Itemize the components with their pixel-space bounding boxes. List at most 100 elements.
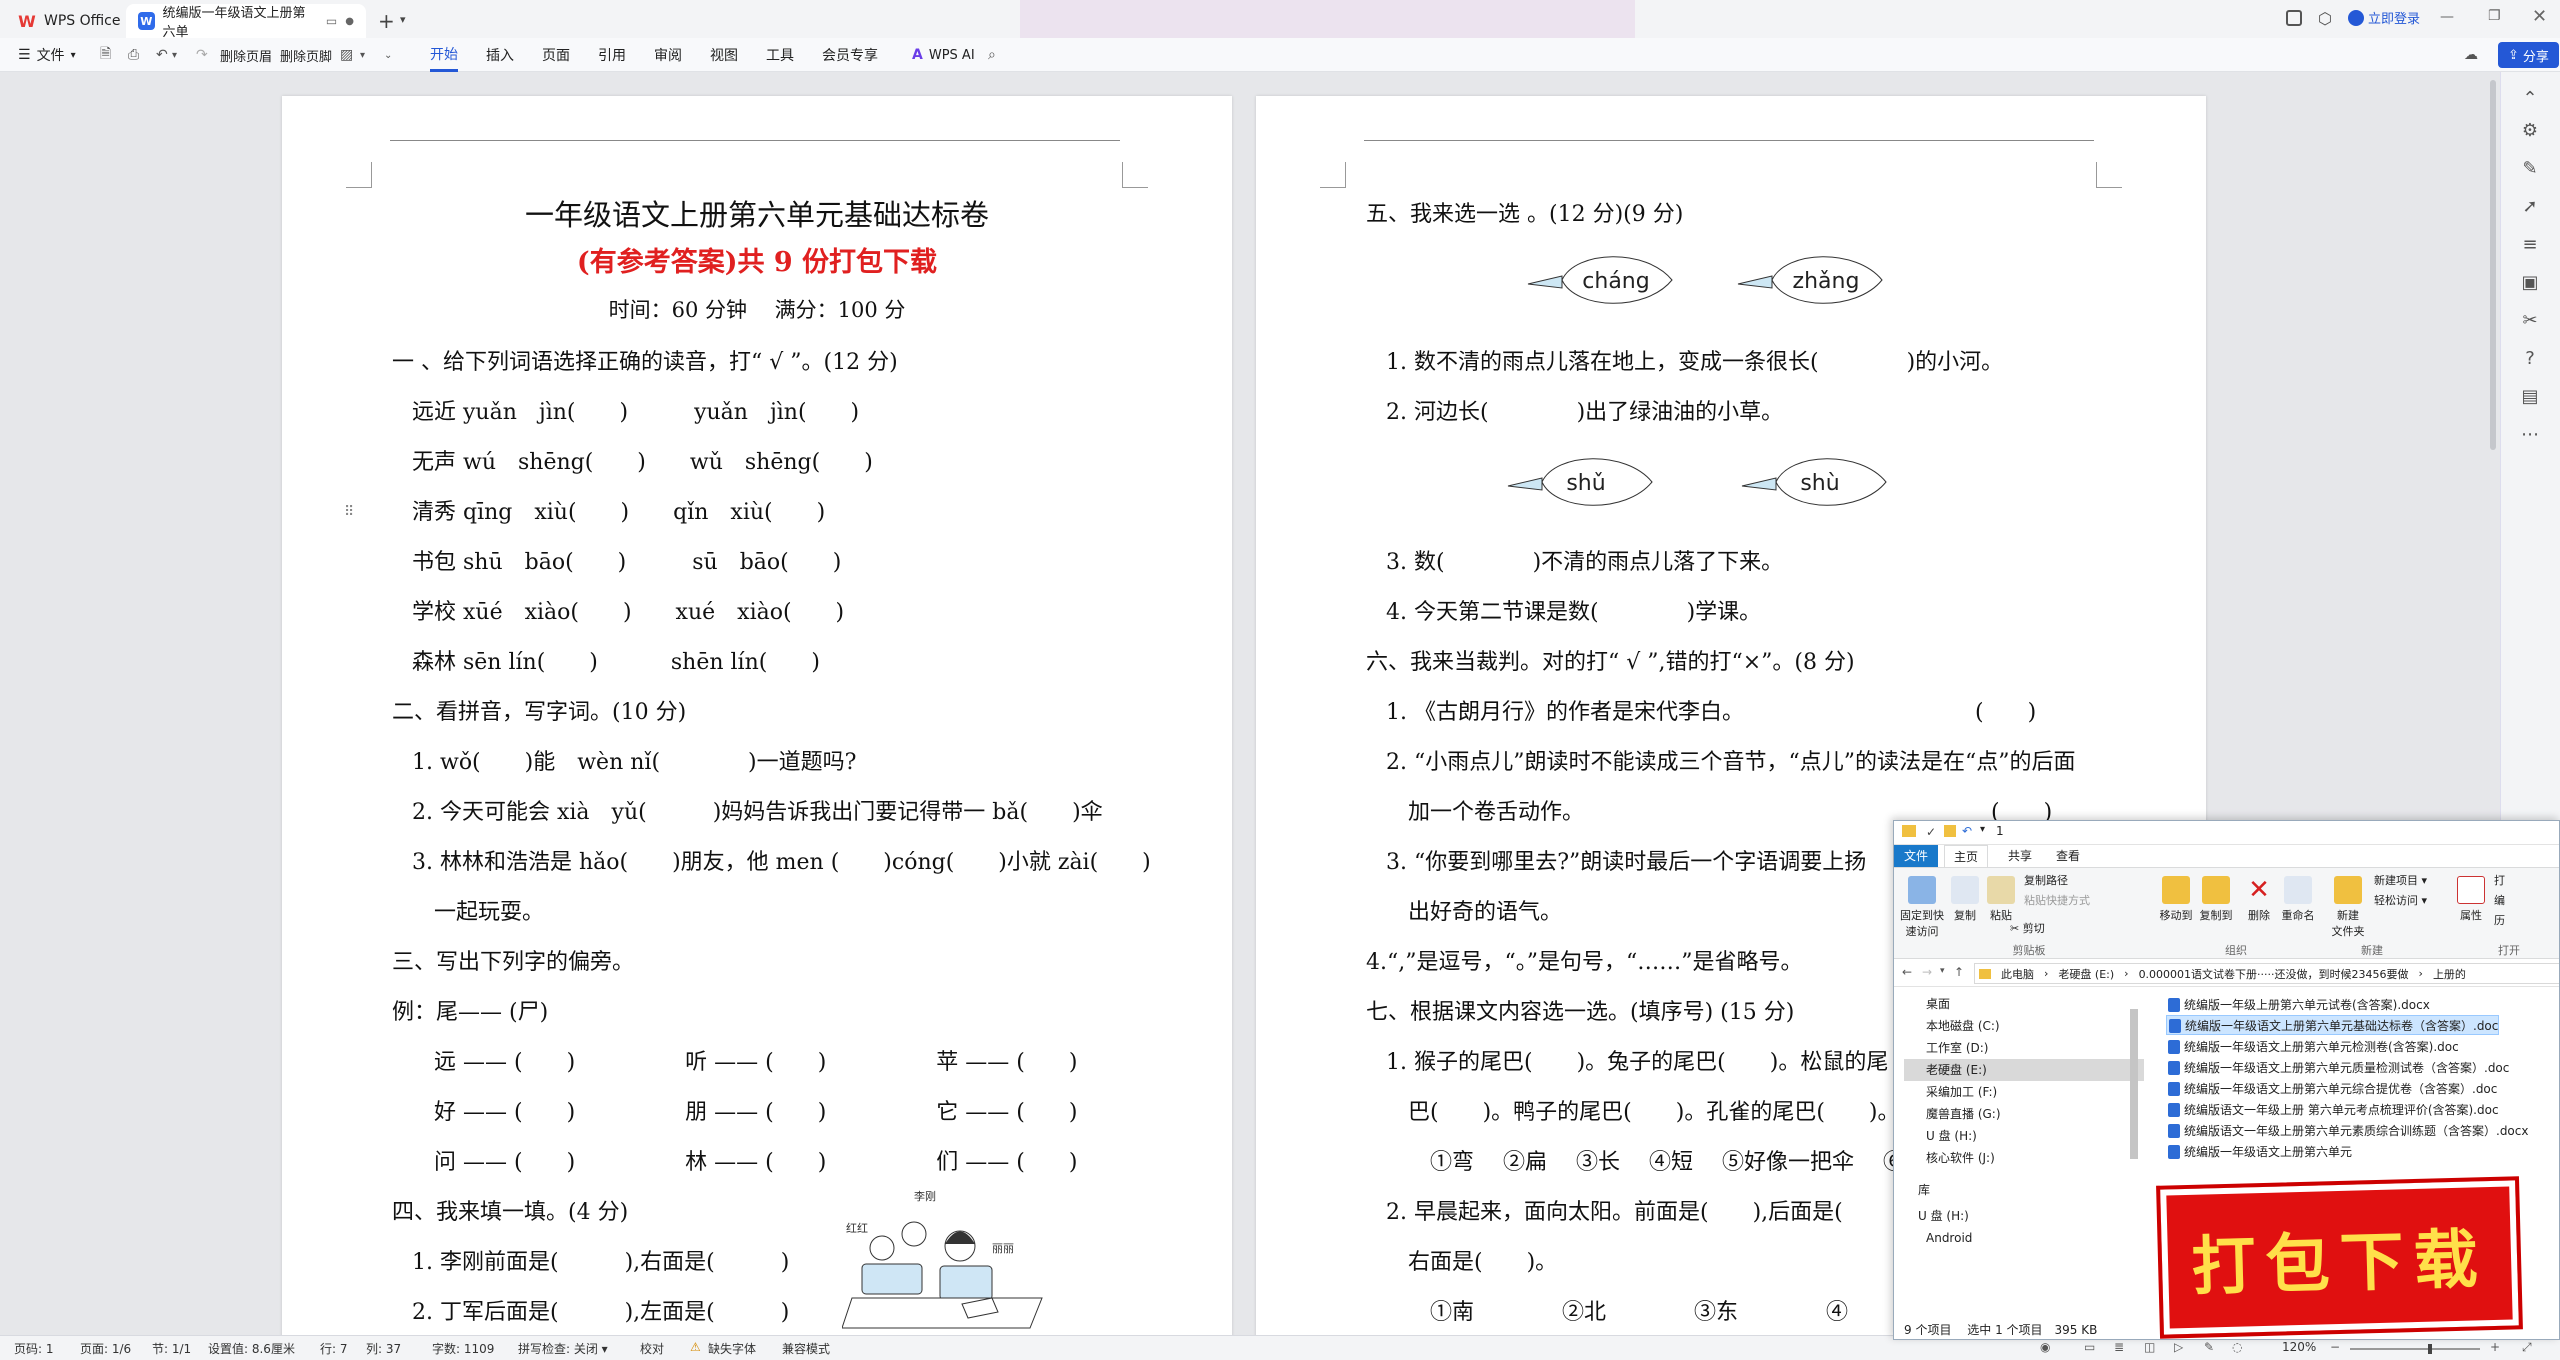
back-arrow-icon[interactable]: ←	[1902, 965, 1912, 979]
status-page[interactable]: 页面: 1/6	[80, 1340, 131, 1357]
properties-button[interactable]: 属性	[2454, 876, 2488, 923]
page-view-icon[interactable]: ▭	[2084, 1340, 2095, 1354]
up-arrow-icon[interactable]: ↑	[1954, 965, 1964, 979]
more-chevron-icon[interactable]: ⌄	[384, 38, 392, 72]
address-bar[interactable]: 此电脑 › 老硬盘 (E:) › 0.000001语文试卷下册·····还没做，到时…	[1974, 963, 2559, 984]
missing-font-button[interactable]: 缺失字体	[708, 1340, 756, 1357]
tab-member[interactable]: 会员专享	[822, 38, 878, 72]
pen-mode-icon[interactable]: ✎	[2204, 1340, 2214, 1354]
eye-protect-icon[interactable]: ◌	[2232, 1340, 2242, 1354]
layout-icon[interactable]: ▤	[2519, 386, 2541, 408]
chevron-down-icon[interactable]: ▾	[1980, 824, 1985, 835]
zoom-slider[interactable]	[2350, 1344, 2480, 1354]
status-row[interactable]: 行: 7	[320, 1340, 348, 1357]
file-item[interactable]: 统编版一年级语文上册第六单元综合提优卷（含答案）.doc	[2166, 1079, 2497, 1099]
rename-button[interactable]: 重命名	[2278, 876, 2318, 923]
easy-access-button[interactable]: 轻松访问 ▾	[2374, 892, 2427, 908]
chevron-down-icon[interactable]: ▾	[172, 38, 177, 72]
delete-header-button[interactable]: 删除页眉	[220, 38, 272, 72]
edit-button[interactable]: 编	[2494, 892, 2505, 908]
file-item[interactable]: 统编版一年级上册第六单元试卷(含答案).docx	[2166, 995, 2430, 1015]
spell-check-dropdown[interactable]: 拼写检查: 关闭 ▾	[518, 1340, 608, 1357]
close-icon[interactable]: ✕	[2532, 6, 2547, 27]
tab-home[interactable]: 主页	[1944, 845, 1988, 867]
more-icon[interactable]: ⋯	[2519, 424, 2541, 446]
chevron-down-icon[interactable]: ▾	[360, 38, 365, 72]
pin-quick-access-button[interactable]: 固定到快 速访问	[1900, 876, 1944, 939]
sliders-icon[interactable]: ⚙	[2519, 120, 2541, 142]
new-folder-button[interactable]: 新建 文件夹	[2328, 876, 2368, 939]
proofread-button[interactable]: 校对	[640, 1340, 664, 1357]
status-page-number[interactable]: 页码: 1	[14, 1340, 54, 1357]
file-item[interactable]: 统编版一年级语文上册第六单元	[2166, 1142, 2352, 1162]
drag-handle-icon[interactable]: ⠿	[344, 504, 354, 520]
eye-icon[interactable]: ◉	[2040, 1340, 2050, 1354]
tab-view[interactable]: 视图	[710, 38, 738, 72]
pen-icon[interactable]: ✎	[2519, 158, 2541, 180]
tab-insert[interactable]: 插入	[486, 38, 514, 72]
breadcrumb-item[interactable]: 0.000001语文试卷下册·····还没做，到时候23456要做	[2139, 966, 2409, 982]
delete-button[interactable]: ✕ 删除	[2242, 876, 2276, 923]
collapse-icon[interactable]: ⌃	[2519, 88, 2541, 110]
file-item[interactable]: 统编版语文一年级上册第六单元素质综合训练题（含答案）.docx	[2166, 1121, 2528, 1141]
document-page-1[interactable]: 一年级语文上册第六单元基础达标卷 (有参考答案)共 9 份打包下载 时间：60 …	[282, 96, 1232, 1335]
status-section[interactable]: 节: 1/1	[152, 1340, 191, 1357]
image-icon[interactable]: ▣	[2519, 272, 2541, 294]
file-item[interactable]: 统编版一年级语文上册第六单元质量检测试卷（含答案）.doc	[2166, 1058, 2509, 1078]
play-icon[interactable]: ▷	[2174, 1340, 2183, 1354]
undo-icon[interactable]: ↶	[156, 38, 168, 72]
status-setting[interactable]: 设置值: 8.6厘米	[208, 1340, 295, 1357]
outline-view-icon[interactable]: ≣	[2114, 1340, 2124, 1354]
wps-ai-button[interactable]: A WPS AI	[912, 38, 975, 72]
zoom-out-icon[interactable]: −	[2330, 1340, 2340, 1354]
tab-tools[interactable]: 工具	[766, 38, 794, 72]
new-item-button[interactable]: 新建项目 ▾	[2374, 872, 2427, 888]
new-folder-qat-icon[interactable]	[1944, 825, 1956, 837]
save-icon[interactable]: 🗎	[100, 38, 111, 72]
paste-button[interactable]: 粘贴	[1984, 876, 2018, 923]
zoom-level[interactable]: 120%	[2282, 1340, 2316, 1354]
tab-wps-home[interactable]: W WPS Office	[6, 4, 133, 38]
tab-reference[interactable]: 引用	[598, 38, 626, 72]
file-item-selected[interactable]: 统编版一年级语文上册第六单元基础达标卷（含答案）.doc	[2166, 1015, 2500, 1035]
move-to-button[interactable]: 移动到	[2156, 876, 2196, 923]
vertical-scrollbar[interactable]	[2490, 80, 2496, 450]
copy-to-button[interactable]: 复制到	[2196, 876, 2236, 923]
delete-footer-button[interactable]: 删除页脚	[280, 38, 332, 72]
copy-path-button[interactable]: 复制路径	[2024, 872, 2068, 888]
help-icon[interactable]: ?	[2519, 348, 2541, 370]
print-icon[interactable]: ⎙	[128, 38, 139, 72]
redo-icon[interactable]: ↷	[196, 38, 208, 72]
file-item[interactable]: 统编版语文一年级上册 第六单元考点梳理评价(含答案).doc	[2166, 1100, 2499, 1120]
adjust-icon[interactable]: ≡	[2519, 234, 2541, 256]
share-button[interactable]: ⇪ 分享	[2498, 42, 2559, 68]
status-col[interactable]: 列: 37	[366, 1340, 401, 1357]
status-word-count[interactable]: 字数: 1109	[432, 1340, 494, 1357]
open-button[interactable]: 打	[2494, 872, 2505, 888]
cube-icon[interactable]: ⬡	[2318, 9, 2332, 28]
tab-review[interactable]: 审阅	[654, 38, 682, 72]
file-menu[interactable]: ☰ 文件 ▾	[18, 38, 76, 72]
tab-view[interactable]: 查看	[2046, 845, 2090, 867]
search-icon[interactable]: ⌕	[988, 38, 996, 72]
file-item[interactable]: 统编版一年级语文上册第六单元检测卷(含答案).doc	[2166, 1037, 2459, 1057]
cursor-icon[interactable]: ➚	[2519, 196, 2541, 218]
tools-icon[interactable]: ✂	[2519, 310, 2541, 332]
breadcrumb-item[interactable]: 此电脑	[2001, 966, 2034, 982]
zoom-slider-handle[interactable]	[2428, 1344, 2432, 1354]
breadcrumb-item[interactable]: 老硬盘 (E:)	[2058, 966, 2114, 982]
cut-button[interactable]: ✂ 剪切	[2010, 920, 2045, 936]
forward-arrow-icon[interactable]: →	[1922, 965, 1932, 979]
login-button[interactable]: 立即登录	[2348, 8, 2420, 27]
undo-qat-icon[interactable]: ↶	[1962, 824, 1972, 838]
chevron-down-icon[interactable]: ▾	[1940, 966, 1945, 976]
new-tab-icon[interactable]: +	[378, 9, 395, 33]
tab-start[interactable]: 开始	[430, 38, 458, 72]
tab-page[interactable]: 页面	[542, 38, 570, 72]
paste-shortcut-button[interactable]: 粘贴快捷方式	[2024, 892, 2090, 908]
properties-qat-icon[interactable]: ✓	[1926, 825, 1936, 839]
web-view-icon[interactable]: ◫	[2144, 1340, 2155, 1354]
window-layout-icon[interactable]	[2286, 10, 2302, 26]
restore-icon[interactable]: ❐	[2488, 8, 2501, 24]
tab-document[interactable]: W 统编版一年级语文上册第六单 ▭ ●	[126, 4, 366, 40]
